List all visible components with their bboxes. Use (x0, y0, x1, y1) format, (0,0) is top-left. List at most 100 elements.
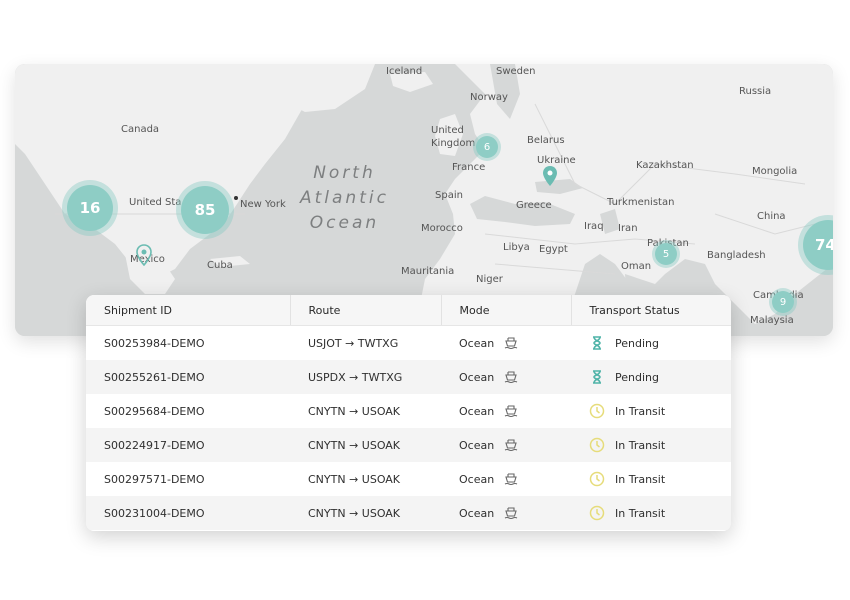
map-label: Morocco (421, 223, 463, 234)
map-label: Mauritania (401, 266, 455, 277)
shipment-id: S00255261-DEMO (86, 360, 290, 394)
shipment-cluster[interactable]: 9 (772, 291, 794, 313)
mode-cell: Ocean (441, 428, 571, 462)
cluster-count: 85 (194, 201, 216, 219)
map-label: Turkmenistan (607, 197, 675, 208)
mode-cell: Ocean (441, 326, 571, 361)
location-pin-icon[interactable] (136, 244, 152, 266)
table-row[interactable]: S00253984-DEMO USJOT → TWTXG Ocean Pendi… (86, 326, 731, 361)
status-label: In Transit (615, 472, 666, 486)
ship-icon (504, 507, 518, 520)
map-label: Iceland (386, 66, 423, 77)
table-row[interactable]: S00297571-DEMO CNYTN → USOAK Ocean In Tr… (86, 462, 731, 496)
column-header-transport-status[interactable]: Transport Status (570, 295, 731, 326)
map-label: Niger (476, 274, 503, 285)
map-label: Cuba (207, 260, 233, 271)
map-label: Malaysia (750, 315, 794, 326)
map-label: Spain (435, 190, 463, 201)
mode-cell: Ocean (441, 462, 571, 496)
column-header-mode[interactable]: Mode (440, 295, 571, 326)
table-row[interactable]: S00295684-DEMO CNYTN → USOAK Ocean In Tr… (86, 394, 731, 428)
mode-cell: Ocean (441, 496, 571, 530)
cluster-count: 6 (483, 141, 491, 153)
mode-label: Ocean (459, 506, 495, 520)
ship-icon (504, 473, 518, 486)
map-label: United Sta (129, 197, 182, 208)
ship-icon (504, 371, 518, 384)
mode-label: Ocean (459, 472, 495, 486)
map-label: New York (240, 199, 286, 210)
status-label: Pending (615, 370, 659, 384)
status-cell: Pending (571, 360, 731, 394)
map-label: Russia (739, 86, 772, 97)
map-label: China (757, 211, 786, 222)
mode-cell: Ocean (441, 360, 571, 394)
shipment-id: S00224917-DEMO (86, 428, 290, 462)
status-label: Pending (615, 336, 659, 350)
map-label: Iran (618, 223, 638, 234)
shipments-table: Shipment ID Route Mode Transport Status … (86, 295, 731, 530)
status-cell: In Transit (571, 496, 731, 530)
mode-label: Ocean (459, 336, 495, 350)
clock-icon (589, 505, 605, 521)
status-label: In Transit (615, 404, 666, 418)
cluster-count: 9 (779, 296, 787, 308)
ocean-label-line1: North (313, 163, 376, 183)
map-label: Canada (121, 124, 160, 135)
ship-icon (504, 439, 518, 452)
ocean-label-line2: Atlantic (300, 188, 389, 208)
map-label: Oman (621, 261, 652, 272)
map-label: Belarus (527, 135, 565, 146)
table-row[interactable]: S00255261-DEMO USPDX → TWTXG Ocean Pendi… (86, 360, 731, 394)
shipment-cluster[interactable]: 6 (476, 136, 498, 158)
route: CNYTN → USOAK (308, 472, 401, 486)
map-label: France (452, 162, 486, 173)
shipment-cluster[interactable]: 16 (67, 185, 113, 231)
map-label: United Kingdom (431, 125, 476, 149)
map-label: Norway (470, 92, 508, 103)
status-label: In Transit (615, 438, 666, 452)
map-label: Sweden (496, 66, 536, 77)
table-row[interactable]: S00224917-DEMO CNYTN → USOAK Ocean In Tr… (86, 428, 731, 462)
clock-icon (589, 437, 605, 453)
hourglass-icon (593, 336, 601, 350)
column-header-route[interactable]: Route (289, 295, 441, 326)
map-label: Bangladesh (707, 250, 766, 261)
shipment-id: S00297571-DEMO (104, 472, 205, 486)
map-label: Greece (516, 200, 552, 211)
route: CNYTN → USOAK (308, 404, 401, 418)
map-label: Iraq (584, 221, 604, 232)
shipments-table-card: Shipment ID Route Mode Transport Status … (86, 295, 731, 531)
hourglass-icon (593, 370, 601, 384)
shipment-cluster[interactable]: 5 (655, 243, 677, 265)
status-cell: Pending (571, 326, 731, 361)
map-label: Kazakhstan (636, 160, 694, 171)
map-label: Egypt (539, 244, 568, 255)
mode-cell: Ocean (441, 394, 571, 428)
shipment-cluster[interactable]: 85 (181, 186, 229, 234)
table-header-row: Shipment ID Route Mode Transport Status (86, 295, 731, 326)
status-cell: In Transit (571, 428, 731, 462)
route: USJOT → TWTXG (308, 336, 399, 350)
cluster-count: 16 (79, 199, 101, 217)
mode-label: Ocean (459, 438, 495, 452)
shipment-id: S00295684-DEMO (104, 404, 205, 418)
cluster-count: 74 (815, 236, 833, 254)
route: CNYTN → USOAK (290, 496, 441, 530)
route: USPDX → TWTXG (290, 360, 441, 394)
clock-icon (589, 471, 605, 487)
shipment-id: S00231004-DEMO (86, 496, 290, 530)
table-row[interactable]: S00231004-DEMO CNYTN → USOAK Ocean In Tr… (86, 496, 731, 530)
location-pin-icon[interactable] (542, 165, 558, 187)
column-header-shipment-id[interactable]: Shipment ID (86, 295, 290, 326)
mode-label: Ocean (459, 404, 495, 418)
map-label: Libya (503, 242, 530, 253)
ship-icon (504, 337, 518, 350)
mode-label: Ocean (459, 370, 495, 384)
cluster-count: 5 (662, 248, 670, 260)
status-cell: In Transit (571, 394, 731, 428)
status-label: In Transit (615, 506, 666, 520)
ocean-label-line3: Ocean (309, 213, 380, 233)
map-label: Mongolia (752, 166, 798, 177)
route: CNYTN → USOAK (290, 428, 441, 462)
